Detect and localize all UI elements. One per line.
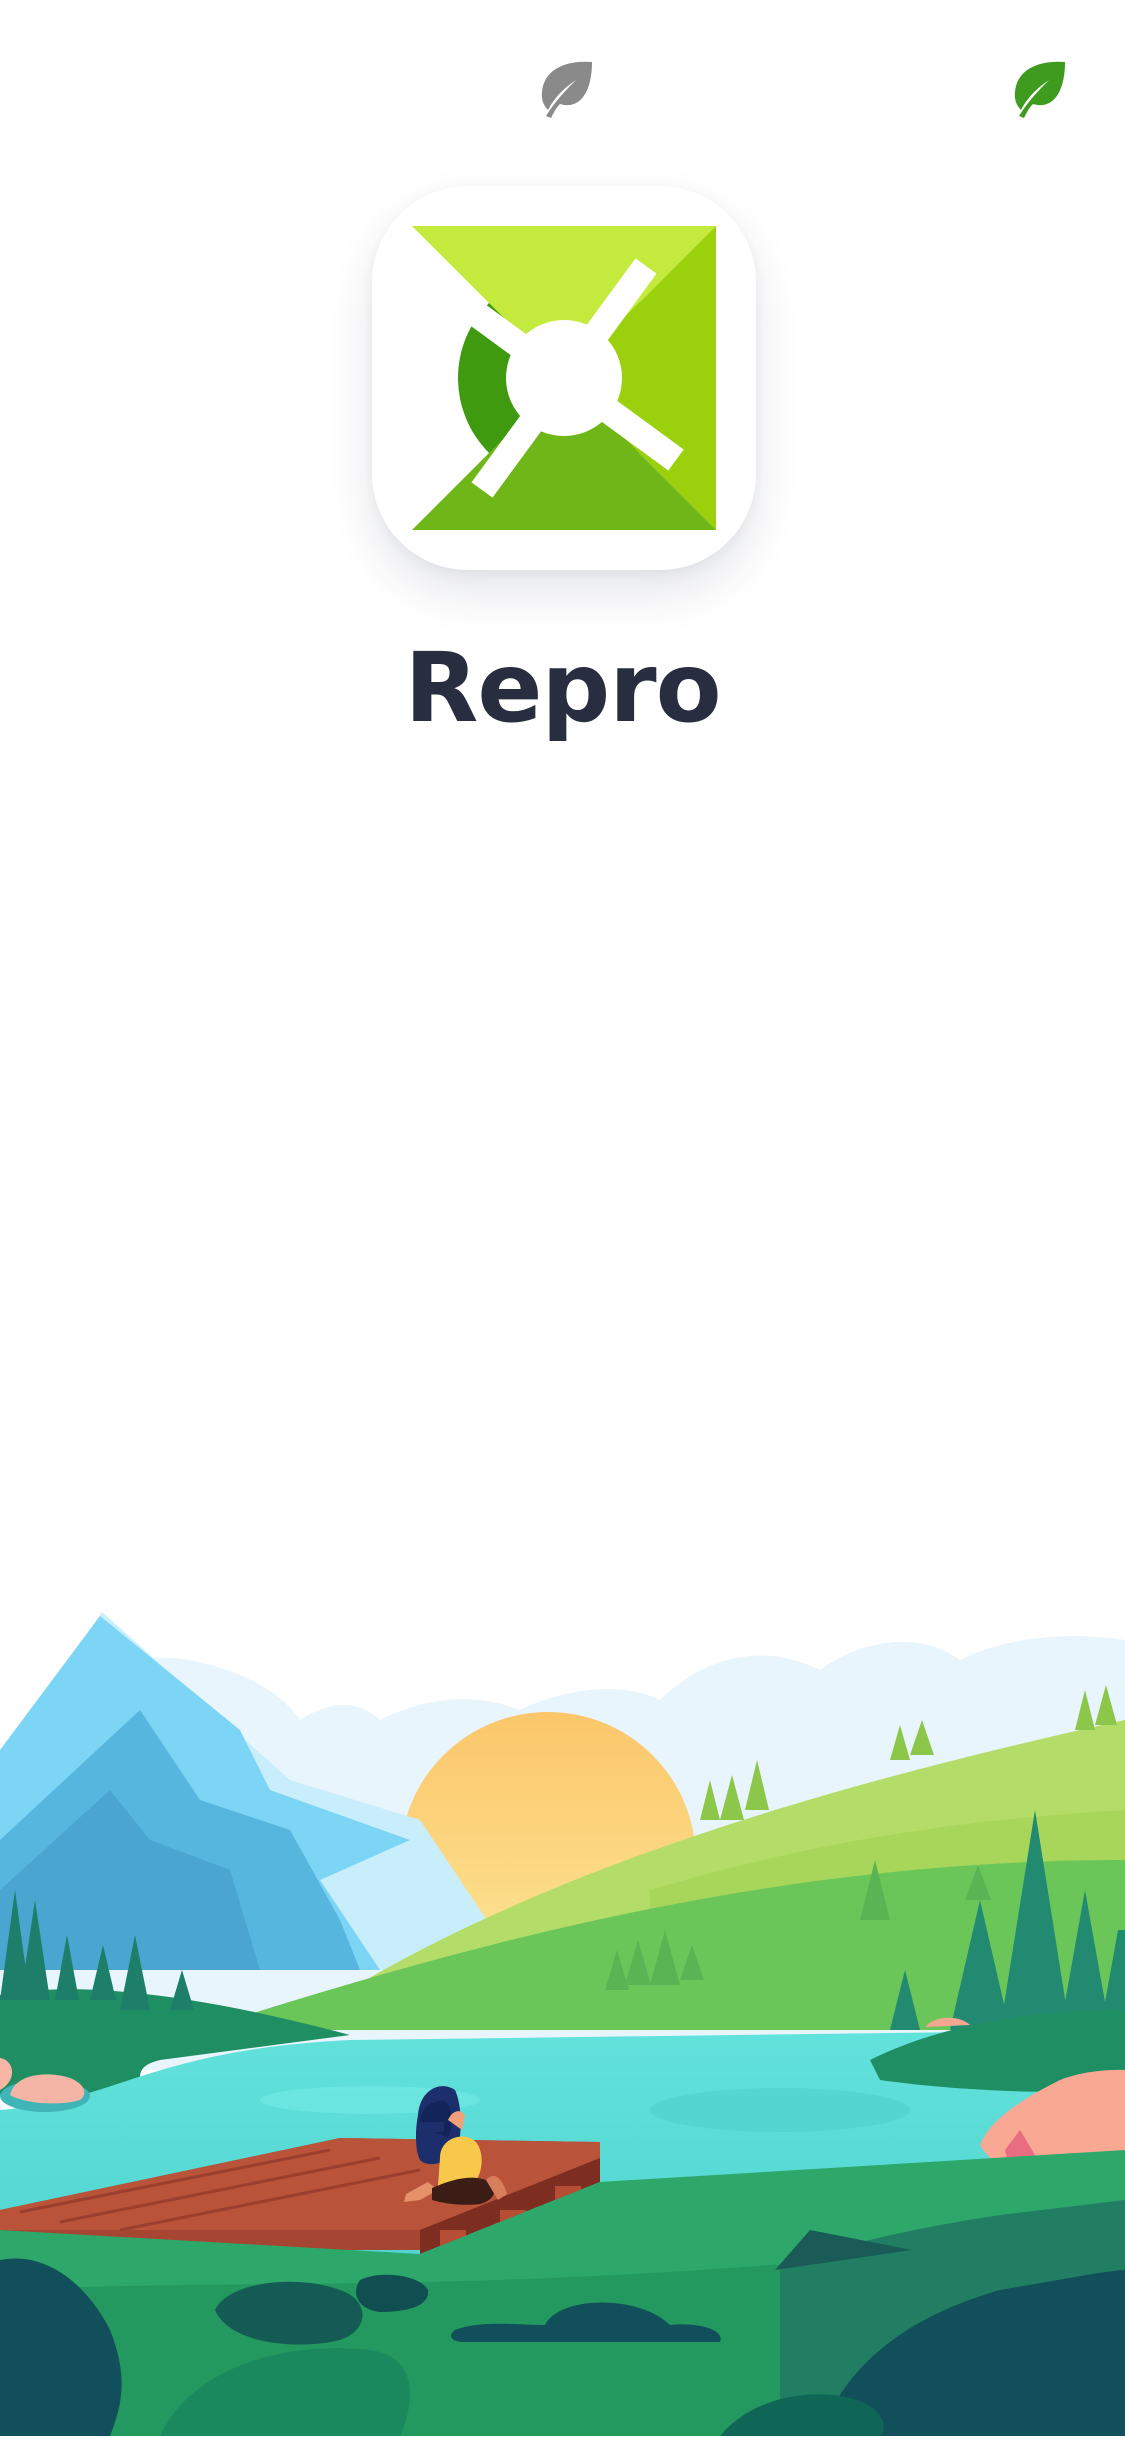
leaf-icon-gray bbox=[532, 58, 596, 122]
app-name-title: Repro bbox=[404, 632, 721, 744]
app-icon bbox=[372, 186, 756, 570]
repro-logo-icon bbox=[412, 226, 716, 530]
leaf-icon-green bbox=[1005, 58, 1069, 122]
lake-landscape-illustration bbox=[0, 1590, 1125, 2436]
